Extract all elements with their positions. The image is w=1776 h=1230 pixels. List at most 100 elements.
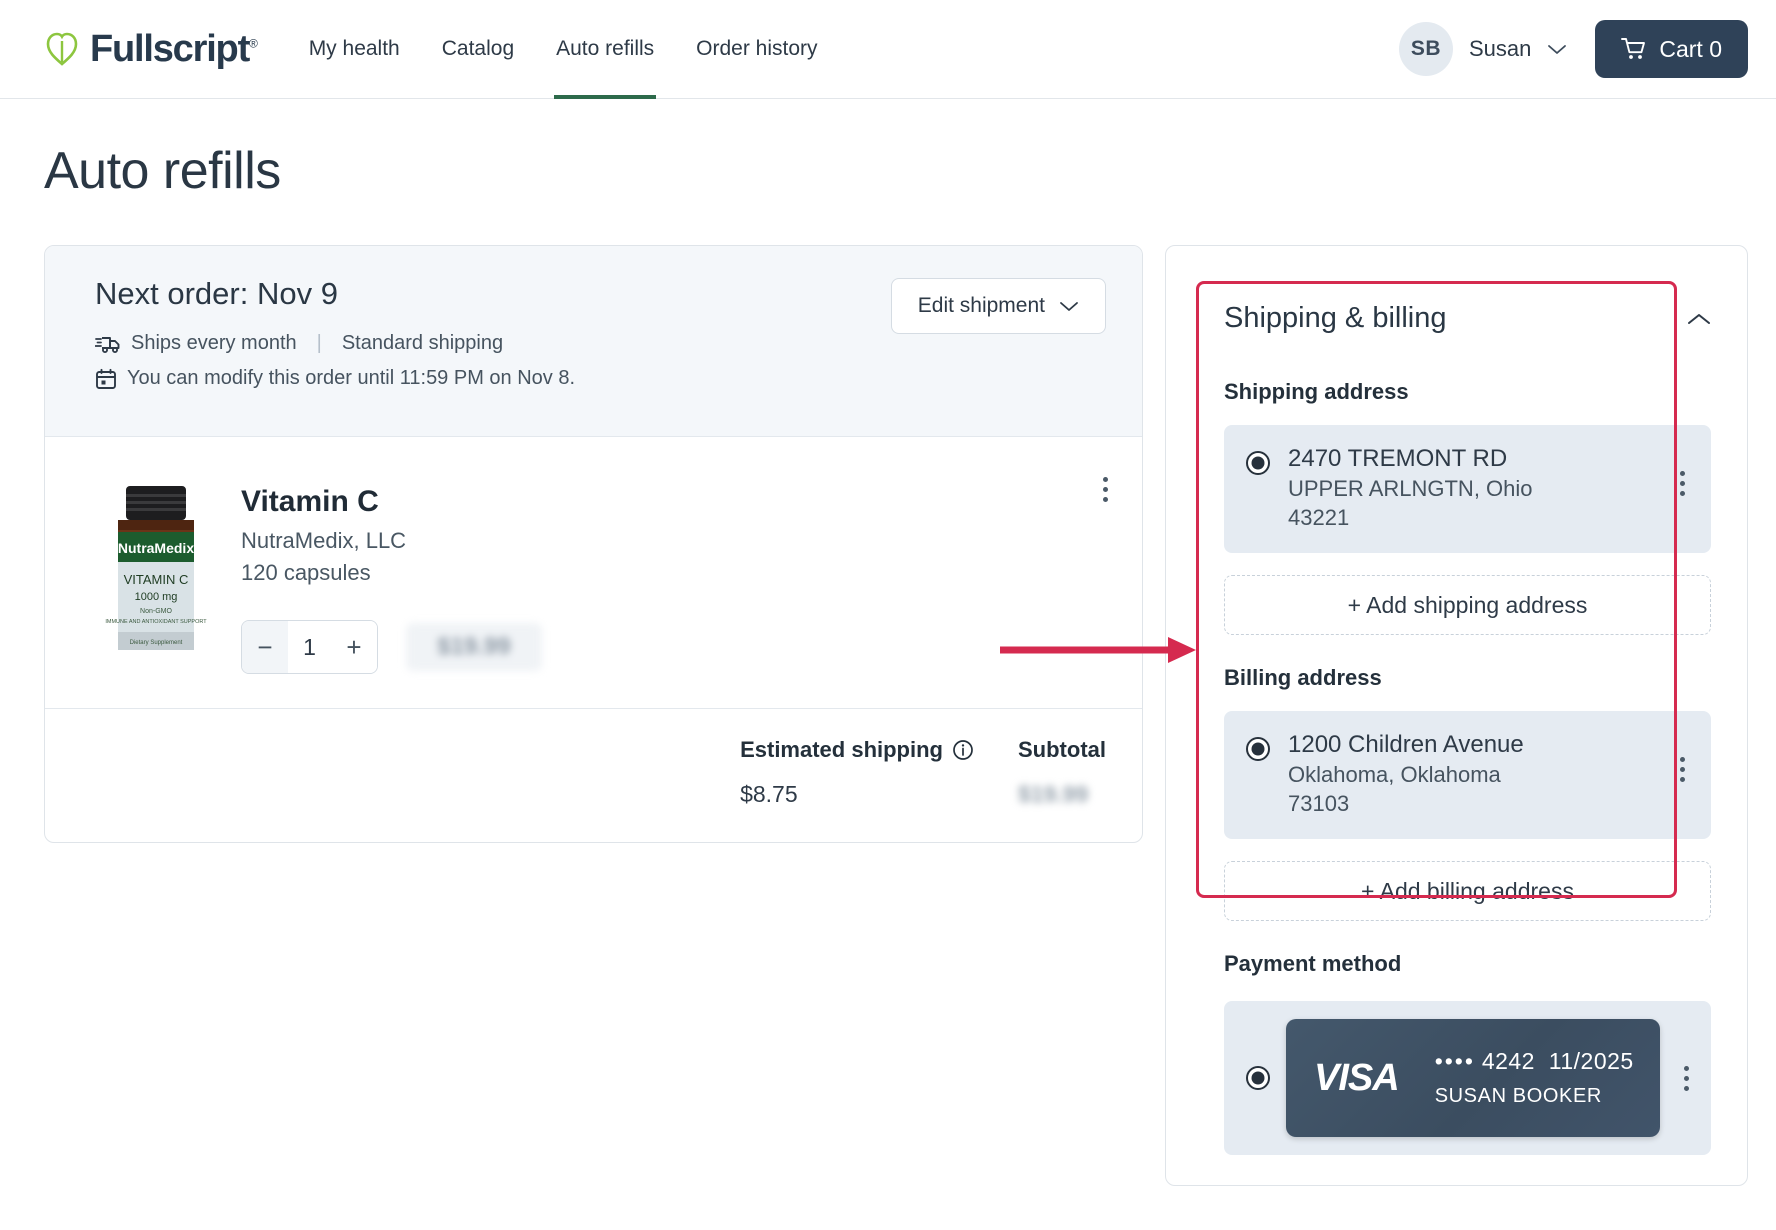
product-options-menu[interactable] (1094, 477, 1116, 502)
nav-item-order-history[interactable]: Order history (696, 0, 817, 99)
subtotal-col: Subtotal $19.99 (1018, 737, 1106, 808)
kebab-dot (1102, 477, 1108, 482)
ship-frequency-label: Ships every month (131, 332, 297, 354)
product-size: 120 capsules (241, 560, 371, 585)
product-price: $19.99 (406, 623, 542, 671)
visa-card: VISA •••• 4242 11/2025 SUSAN BOOKER (1286, 1019, 1660, 1137)
shipping-address-line1: 2470 TREMONT RD (1288, 445, 1508, 472)
quantity-increase-button[interactable]: + (331, 621, 377, 673)
shipping-billing-header[interactable]: Shipping & billing (1224, 302, 1711, 335)
visa-logo: VISA (1314, 1056, 1400, 1099)
page-title: Auto refills (44, 142, 281, 200)
shipping-billing-content: Shipping & billing Shipping address 2470… (1166, 246, 1747, 1185)
brand-name: Fullscript® (90, 27, 258, 71)
brand-logo[interactable]: Fullscript® (44, 27, 258, 71)
shipping-frequency-row: Ships every month | Standard shipping (95, 332, 1106, 355)
quantity-stepper[interactable]: − 1 + (241, 620, 378, 674)
billing-address-text: 1200 Children Avenue Oklahoma, Oklahoma … (1288, 731, 1653, 817)
top-navigation-bar: Fullscript® My health Catalog Auto refil… (0, 0, 1776, 99)
kebab-dot (1679, 757, 1685, 762)
svg-text:VITAMIN C: VITAMIN C (124, 572, 189, 587)
shipping-address-text: 2470 TREMONT RD UPPER ARLNGTN, Ohio 4322… (1288, 445, 1653, 531)
shipping-address-kebab-icon[interactable] (1671, 471, 1693, 496)
quantity-value[interactable]: 1 (288, 621, 331, 673)
info-icon[interactable] (952, 739, 974, 761)
shipping-address-line3: 43221 (1288, 505, 1350, 530)
product-info: Vitamin C NutraMedix, LLC 120 capsules −… (241, 475, 1106, 674)
card-holder-name: SUSAN BOOKER (1434, 1085, 1602, 1107)
payment-method-option[interactable]: VISA •••• 4242 11/2025 SUSAN BOOKER (1224, 1001, 1711, 1155)
shipping-billing-title: Shipping & billing (1224, 302, 1447, 334)
modify-notice-row: You can modify this order until 11:59 PM… (95, 367, 1106, 390)
brand-name-text: Fullscript (90, 27, 250, 70)
kebab-dot (1679, 491, 1685, 496)
add-shipping-address-button[interactable]: + Add shipping address (1224, 575, 1711, 635)
chevron-up-icon[interactable] (1687, 312, 1711, 326)
main-layout: Next order: Nov 9 Ships every month | St… (44, 245, 1748, 1186)
nav-item-auto-refills[interactable]: Auto refills (554, 0, 657, 99)
add-billing-address-button[interactable]: + Add billing address (1224, 861, 1711, 921)
nav-label: My health (308, 37, 400, 60)
shipping-billing-panel: Shipping & billing Shipping address 2470… (1165, 245, 1748, 1186)
user-name-label: Susan (1468, 36, 1532, 61)
auto-refill-order-card: Next order: Nov 9 Ships every month | St… (44, 245, 1143, 843)
estimated-shipping-label: Estimated shipping (740, 737, 974, 763)
calendar-icon (96, 368, 116, 389)
quantity-decrease-button[interactable]: − (242, 621, 288, 673)
chevron-down-icon (1060, 302, 1078, 311)
order-totals: Estimated shipping $8.75 Subtotal $19.99 (45, 708, 1142, 842)
order-header: Next order: Nov 9 Ships every month | St… (45, 246, 1142, 437)
supplement-bottle-icon: NutraMedix VITAMIN C 1000 mg Non-GMO IMM… (105, 486, 207, 650)
edit-shipment-button[interactable]: Edit shipment (890, 278, 1106, 334)
billing-address-label: Billing address (1224, 665, 1382, 690)
product-image: NutraMedix VITAMIN C 1000 mg Non-GMO IMM… (81, 475, 231, 660)
kebab-dot (1679, 471, 1685, 476)
nav-label: Auto refills (556, 37, 655, 60)
kebab-dot (1679, 767, 1685, 772)
billing-address-option[interactable]: 1200 Children Avenue Oklahoma, Oklahoma … (1224, 711, 1711, 839)
billing-address-kebab-icon[interactable] (1671, 757, 1693, 782)
billing-address-radio[interactable] (1246, 737, 1270, 761)
nav-label: Catalog (441, 37, 515, 60)
meta-separator: | (316, 332, 322, 354)
svg-text:Dietary Supplement: Dietary Supplement (130, 640, 183, 646)
product-brand: NutraMedix, LLC (241, 528, 407, 553)
modify-notice-label: You can modify this order until 11:59 PM… (127, 367, 576, 389)
shipping-address-option[interactable]: 2470 TREMONT RD UPPER ARLNGTN, Ohio 4322… (1224, 425, 1711, 553)
card-last4: 4242 (1481, 1048, 1535, 1074)
payment-method-kebab-icon[interactable] (1676, 1065, 1698, 1091)
shipping-type-label: Standard shipping (341, 332, 504, 354)
cart-button[interactable]: Cart 0 (1595, 20, 1748, 78)
card-expiry: 11/2025 (1548, 1048, 1634, 1074)
subtotal-label: Subtotal (1018, 737, 1106, 763)
svg-text:NutraMedix: NutraMedix (118, 540, 194, 556)
user-menu[interactable]: SB Susan (1398, 22, 1567, 76)
payment-method-radio[interactable] (1246, 1066, 1270, 1090)
truck-icon (95, 336, 120, 353)
subtotal-value: $19.99 (1018, 781, 1089, 807)
nav-item-my-health[interactable]: My health (309, 0, 400, 99)
card-number-line: •••• 4242 11/2025 (1435, 1048, 1634, 1075)
kebab-dot (1102, 487, 1108, 492)
totals-grid: Estimated shipping $8.75 Subtotal $19.99 (740, 737, 1106, 808)
quantity-and-price: − 1 + $19.99 (241, 620, 1106, 674)
card-mask-dots: •••• (1434, 1048, 1475, 1074)
kebab-dot (1684, 1065, 1690, 1071)
nav-item-catalog[interactable]: Catalog (442, 0, 514, 99)
billing-address-line2: Oklahoma, Oklahoma (1288, 762, 1501, 787)
estimated-shipping-col: Estimated shipping $8.75 (740, 737, 974, 808)
svg-text:IMMUNE AND ANTIOXIDANT SUPPORT: IMMUNE AND ANTIOXIDANT SUPPORT (105, 619, 207, 625)
billing-address-line1: 1200 Children Avenue (1288, 731, 1524, 758)
brand-trademark: ® (249, 35, 258, 50)
avatar: SB (1398, 22, 1453, 76)
product-name: Vitamin C (241, 485, 379, 518)
shipping-address-radio[interactable] (1246, 451, 1270, 475)
estimated-shipping-value: $8.75 (740, 781, 798, 807)
nav-right-group: SB Susan Cart 0 (1398, 20, 1748, 78)
visa-details: •••• 4242 11/2025 SUSAN BOOKER (1435, 1048, 1634, 1108)
fullscript-leaf-icon (46, 32, 78, 66)
shipping-address-label: Shipping address (1224, 379, 1409, 404)
kebab-menu-icon[interactable] (1094, 477, 1116, 502)
estimated-shipping-text: Estimated shipping (740, 737, 943, 762)
kebab-dot (1684, 1085, 1690, 1091)
